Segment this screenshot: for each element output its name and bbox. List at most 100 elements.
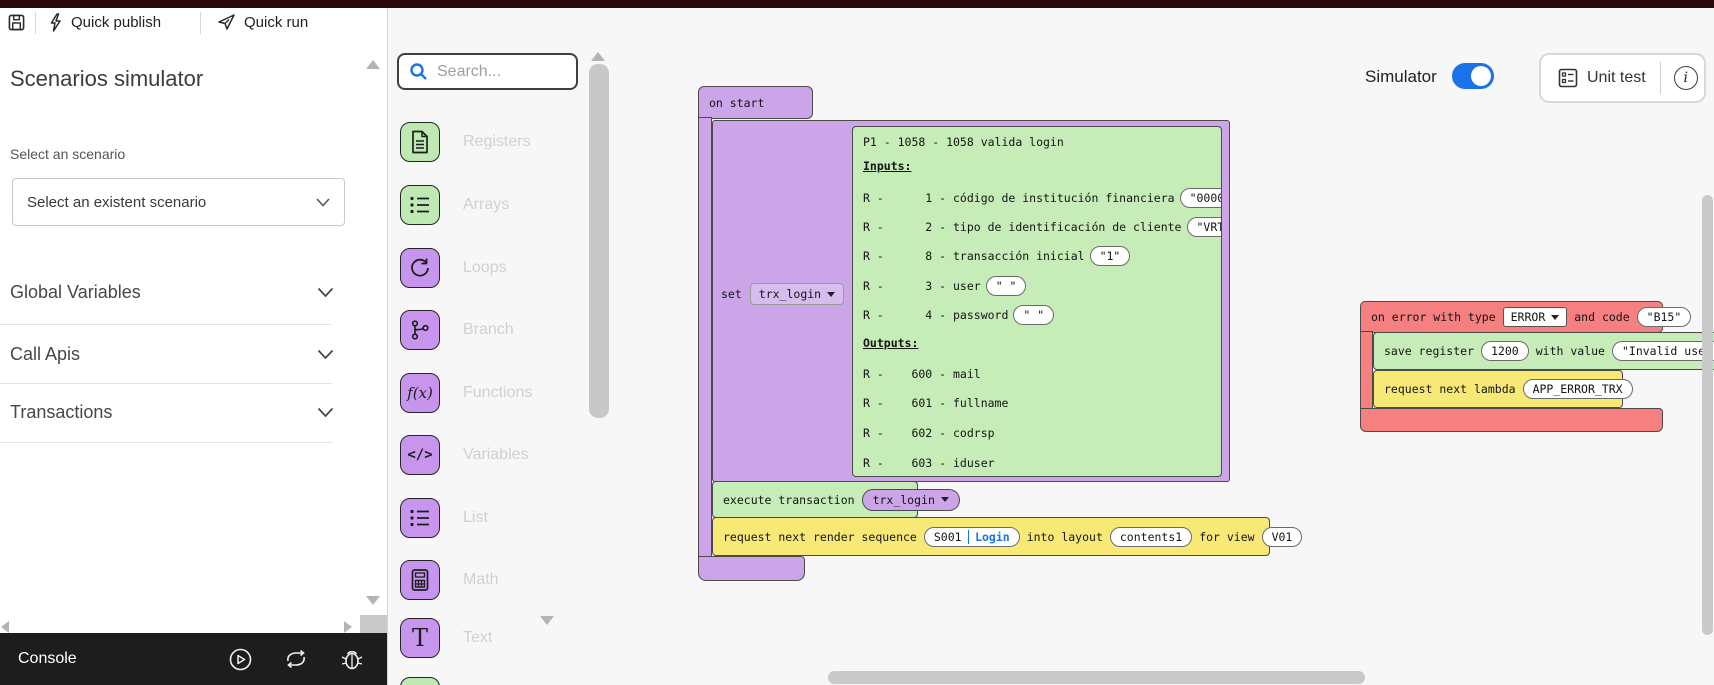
on-error-spine[interactable]	[1360, 331, 1373, 410]
transaction-card-block[interactable]: P1 - 1058 - 1058 valida login Inputs: R …	[852, 126, 1222, 477]
on-start-block[interactable]: on start	[698, 86, 813, 119]
value-pill[interactable]: " "	[1013, 305, 1054, 325]
info-button[interactable]: i	[1674, 66, 1698, 90]
dropdown-arrow-icon	[941, 497, 949, 502]
scroll-left-arrow[interactable]	[1, 621, 9, 633]
sidebar-section-call-apis[interactable]: Call Apis	[10, 342, 334, 366]
dropdown-arrow-icon	[1551, 315, 1559, 320]
toolbox-search[interactable]	[397, 53, 578, 90]
section-label: Transactions	[10, 402, 112, 423]
input-row: R - 8 - transacción inicial "1"	[863, 246, 1130, 266]
output-row: R - 601 - fullname	[863, 396, 1008, 410]
variable-dropdown[interactable]: trx_login	[750, 283, 844, 305]
quick-run-button[interactable]: Quick run	[217, 13, 308, 31]
on-start-spine[interactable]	[698, 117, 712, 558]
category-label: Registers	[463, 133, 531, 151]
chevron-down-icon	[316, 198, 330, 207]
loop-console-button[interactable]	[284, 647, 308, 671]
for-view-label: for view	[1199, 530, 1254, 544]
toolbox-category-loops[interactable]: Loops	[400, 248, 507, 288]
layout-pill[interactable]: contents1	[1110, 527, 1192, 547]
top-accent-strip	[0, 0, 1714, 8]
into-layout-label: into layout	[1027, 530, 1103, 544]
scroll-up-arrow[interactable]	[366, 60, 380, 69]
sidebar-section-transactions[interactable]: Transactions	[10, 400, 334, 424]
category-label: Loops	[463, 259, 507, 277]
value-pill[interactable]: "1"	[1090, 246, 1131, 266]
document-icon	[400, 122, 440, 162]
value-pill[interactable]: " "	[986, 276, 1027, 296]
flyout-scrollbar-thumb[interactable]	[589, 64, 609, 418]
run-console-button[interactable]	[228, 647, 252, 671]
output-row: R - 600 - mail	[863, 367, 981, 381]
section-divider	[0, 324, 332, 325]
value-pill[interactable]: "VRTR"	[1187, 217, 1223, 237]
toolbox-category-branch[interactable]: Branch	[400, 310, 514, 350]
output-row: R - 602 - codrsp	[863, 426, 995, 440]
page-title: Scenarios simulator	[10, 66, 203, 92]
toolbox-category-list[interactable]: List	[400, 498, 488, 538]
category-label: Variables	[463, 446, 529, 464]
function-icon: f(x)	[400, 373, 440, 413]
scenario-select[interactable]: Select an existent scenario	[12, 178, 345, 226]
toolbox-category-variables[interactable]: </> Variables	[400, 435, 529, 475]
transaction-dropdown[interactable]: trx_login	[862, 489, 960, 511]
toolbox-category-functions[interactable]: f(x) Functions	[400, 373, 532, 413]
render-sequence-block[interactable]: request next render sequence S001 Login …	[712, 517, 1270, 556]
error-code-pill[interactable]: "B15"	[1637, 307, 1692, 327]
list-icon	[400, 498, 440, 538]
section-label: Call Apis	[10, 344, 80, 365]
section-label: Global Variables	[10, 282, 141, 303]
category-label: Math	[463, 571, 499, 589]
sequence-pill[interactable]: S001 Login	[924, 527, 1020, 547]
info-icon: i	[1683, 70, 1687, 86]
left-sidebar: Quick publish Quick run Scenarios simula…	[0, 8, 387, 685]
quick-publish-button[interactable]: Quick publish	[48, 13, 161, 32]
chevron-down-icon	[317, 287, 334, 298]
debug-console-button[interactable]	[340, 647, 364, 671]
section-divider	[0, 383, 332, 384]
error-type-dropdown[interactable]: ERROR	[1503, 307, 1568, 327]
scroll-right-arrow[interactable]	[344, 621, 352, 633]
checklist-icon	[1558, 68, 1578, 88]
canvas-vertical-scrollbar[interactable]	[1702, 195, 1713, 635]
save-register-block[interactable]: save register 1200 with value "Invalid u…	[1373, 332, 1714, 370]
on-error-foot[interactable]	[1360, 408, 1663, 432]
on-start-foot[interactable]	[698, 556, 805, 581]
request-lambda-block[interactable]: request next lambda APP_ERROR_TRX	[1373, 370, 1623, 408]
canvas-horizontal-scrollbar[interactable]	[828, 671, 1365, 684]
save-button[interactable]	[8, 14, 25, 31]
execute-transaction-block[interactable]: execute transaction trx_login	[712, 481, 918, 518]
view-pill[interactable]: V01	[1262, 527, 1303, 547]
search-icon	[409, 62, 428, 81]
toolbox-category-math[interactable]: Math	[400, 560, 499, 600]
toolbox-category-partial[interactable]	[400, 677, 440, 685]
flyout-scroll-down-arrow[interactable]	[540, 616, 554, 625]
error-value-pill[interactable]: "Invalid user an	[1612, 341, 1714, 361]
bug-icon	[341, 647, 363, 671]
toolbox-category-text[interactable]: T Text	[400, 618, 492, 658]
toolbox-category-registers[interactable]: Registers	[400, 122, 531, 162]
render-label: request next render sequence	[723, 530, 917, 544]
list-icon	[400, 185, 440, 225]
on-error-block[interactable]: on error with type ERROR and code "B15"	[1360, 301, 1663, 333]
input-row: R - 2 - tipo de identificación de client…	[863, 217, 1222, 237]
scroll-down-arrow[interactable]	[366, 596, 380, 605]
simulator-toggle[interactable]	[1452, 63, 1494, 89]
value-pill[interactable]: "0000"	[1180, 188, 1222, 208]
outputs-heading: Outputs:	[863, 336, 918, 350]
output-row: R - 603 - iduser	[863, 456, 995, 470]
flyout-scroll-up-arrow[interactable]	[591, 52, 605, 61]
lambda-pill[interactable]: APP_ERROR_TRX	[1523, 379, 1633, 399]
input-row: R - 1 - código de institución financiera…	[863, 188, 1222, 208]
console-bar[interactable]: Console	[0, 633, 387, 685]
toolbox-category-arrays[interactable]: Arrays	[400, 185, 509, 225]
dropdown-arrow-icon	[827, 292, 835, 297]
sidebar-section-global-variables[interactable]: Global Variables	[10, 280, 334, 304]
chevron-down-icon	[317, 349, 334, 360]
category-label: Functions	[463, 384, 532, 402]
register-pill[interactable]: 1200	[1481, 341, 1529, 361]
unit-test-button[interactable]: Unit test	[1541, 68, 1646, 88]
calculator-icon	[400, 560, 440, 600]
search-input[interactable]	[437, 63, 557, 81]
